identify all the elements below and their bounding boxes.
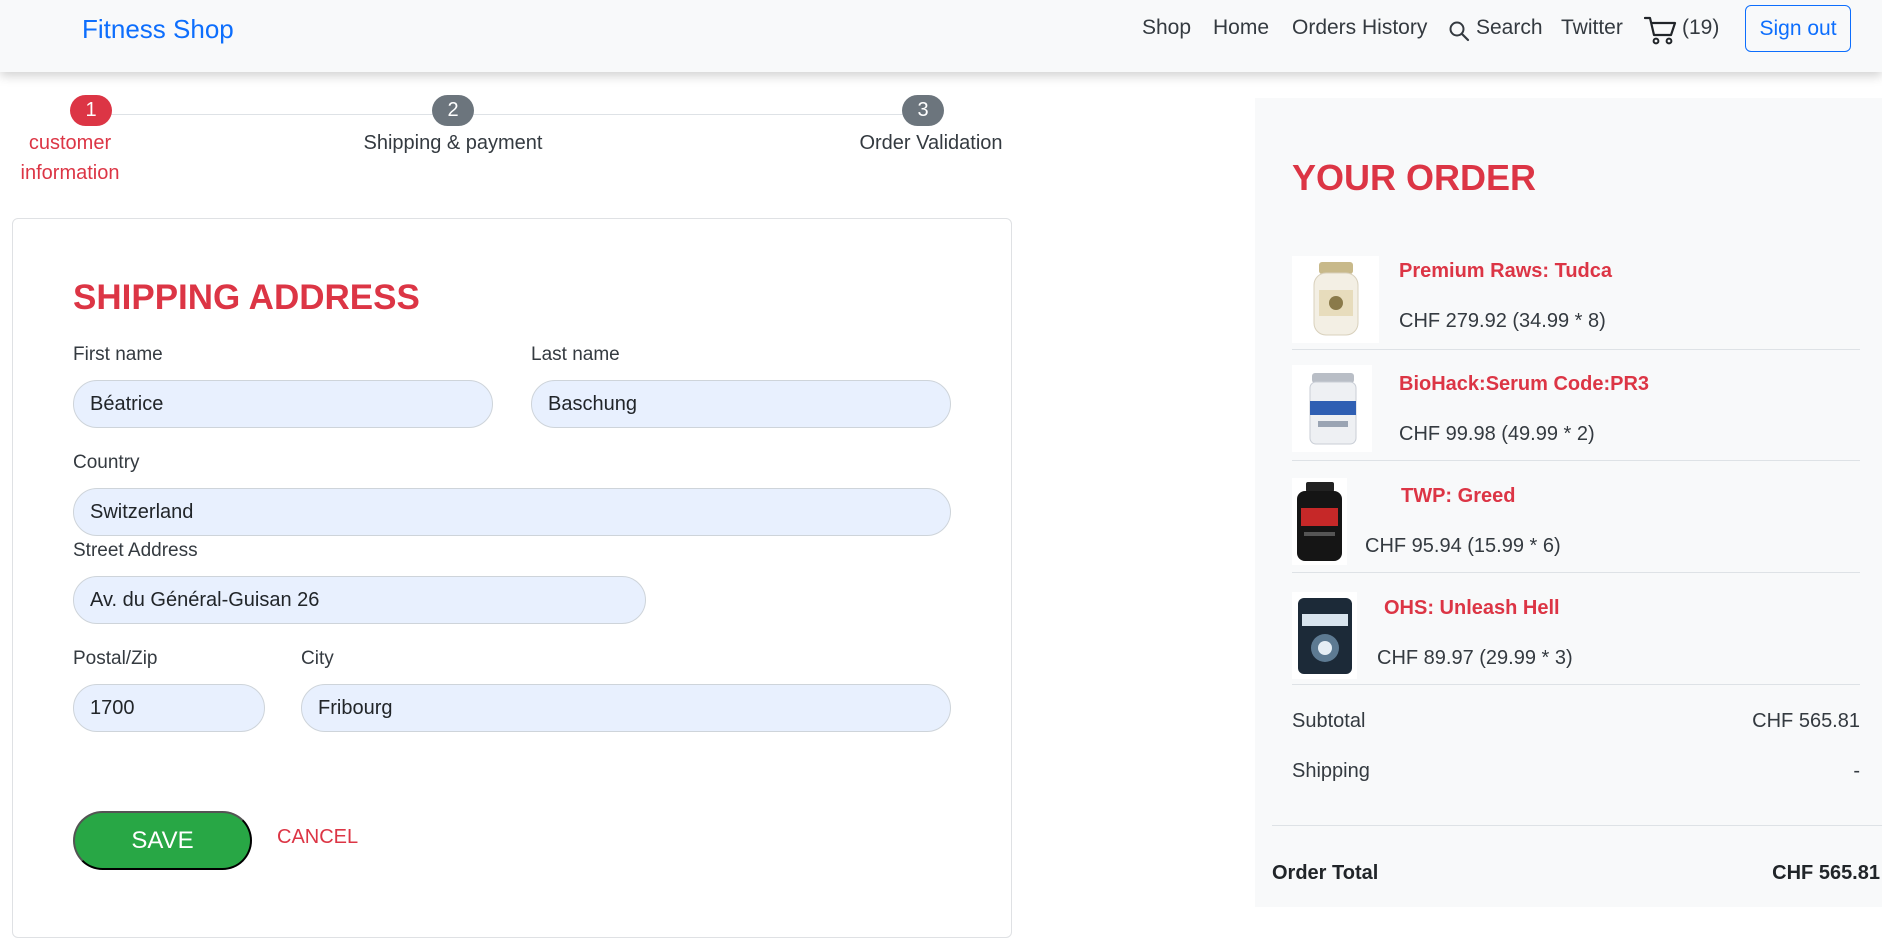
step-2-badge: 2: [432, 95, 474, 126]
product-thumbnail: [1292, 256, 1379, 343]
brand-link[interactable]: Fitness Shop: [82, 14, 234, 45]
order-item-price: CHF 99.98 (49.99 * 2): [1399, 423, 1595, 445]
step-1-badge: 1: [70, 95, 112, 126]
supplement-bottle-icon: [1313, 262, 1359, 336]
last-name-input[interactable]: Baschung: [531, 380, 951, 428]
first-name-input[interactable]: Béatrice: [73, 380, 493, 428]
nav-home[interactable]: Home: [1213, 16, 1269, 40]
order-item-price: CHF 95.94 (15.99 * 6): [1365, 535, 1561, 557]
shipping-value: -: [1853, 760, 1860, 782]
order-item-price: CHF 279.92 (34.99 * 8): [1399, 310, 1606, 332]
order-item-name[interactable]: BioHack:Serum Code:PR3: [1399, 373, 1649, 396]
product-thumbnail: [1292, 478, 1347, 565]
cancel-link[interactable]: CANCEL: [277, 826, 358, 849]
item-divider: [1292, 572, 1860, 573]
subtotal-label: Subtotal: [1292, 710, 1366, 732]
cart-icon: [1644, 16, 1677, 45]
item-divider: [1292, 684, 1860, 685]
order-item-name[interactable]: OHS: Unleash Hell: [1384, 597, 1560, 620]
order-item-name[interactable]: TWP: Greed: [1401, 485, 1515, 508]
step-1-label: customer information: [0, 128, 140, 188]
supplement-bottle-black-icon: [1297, 482, 1342, 561]
step-3-badge: 3: [902, 95, 944, 126]
cart-count: (19): [1682, 16, 1720, 39]
nav-search-label: Search: [1476, 16, 1543, 39]
order-total-label: Order Total: [1272, 862, 1379, 884]
postal-zip-input[interactable]: 1700: [73, 684, 265, 732]
shipping-address-title: SHIPPING ADDRESS: [73, 278, 420, 317]
street-address-input[interactable]: Av. du Général-Guisan 26: [73, 576, 646, 624]
item-divider: [1292, 349, 1860, 350]
step-1-label-line2: information: [20, 162, 120, 184]
save-button[interactable]: SAVE: [73, 811, 252, 870]
postal-zip-label: Postal/Zip: [73, 648, 158, 669]
first-name-label: First name: [73, 344, 163, 365]
item-divider: [1292, 460, 1860, 461]
total-divider: [1272, 825, 1882, 826]
stepper-line: [90, 114, 925, 115]
order-item-price: CHF 89.97 (29.99 * 3): [1377, 647, 1573, 669]
product-thumbnail: [1292, 592, 1357, 679]
step-3-label: Order Validation: [859, 132, 1003, 154]
your-order-title: YOUR ORDER: [1292, 157, 1537, 198]
search-icon: [1449, 21, 1470, 42]
shipping-label: Shipping: [1292, 760, 1370, 782]
country-label: Country: [73, 452, 140, 473]
last-name-label: Last name: [531, 344, 620, 365]
country-input[interactable]: Switzerland: [73, 488, 951, 536]
supplement-tub-dark-icon: [1298, 598, 1352, 674]
navbar: Fitness Shop Shop Home Orders History Se…: [0, 0, 1882, 72]
subtotal-value: CHF 565.81: [1752, 710, 1860, 732]
order-total-value: CHF 565.81: [1772, 862, 1880, 884]
order-item-name[interactable]: Premium Raws: Tudca: [1399, 260, 1612, 283]
step-2-label: Shipping & payment: [363, 132, 543, 154]
nav-twitter[interactable]: Twitter: [1561, 16, 1623, 40]
order-summary-panel: [1255, 98, 1882, 907]
city-input[interactable]: Fribourg: [301, 684, 951, 732]
nav-orders-history[interactable]: Orders History: [1292, 16, 1427, 40]
supplement-tub-icon: [1309, 373, 1357, 445]
nav-shop[interactable]: Shop: [1142, 16, 1191, 40]
sign-out-button[interactable]: Sign out: [1745, 5, 1851, 52]
step-1-label-line1: customer: [28, 132, 112, 154]
street-address-label: Street Address: [73, 540, 198, 561]
city-label: City: [301, 648, 334, 669]
product-thumbnail: [1292, 365, 1372, 452]
